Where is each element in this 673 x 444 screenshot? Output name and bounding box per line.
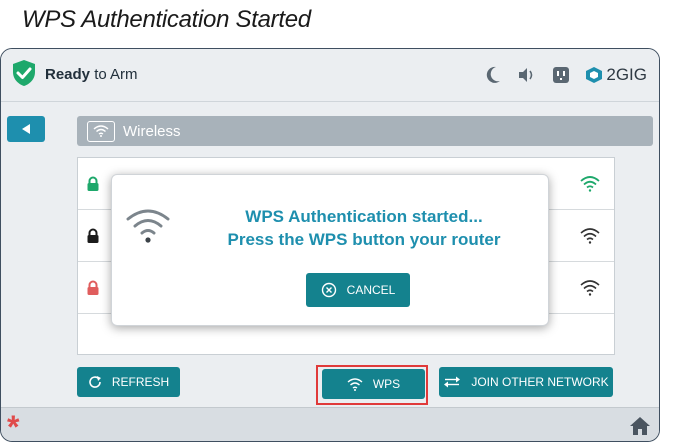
wifi-icon bbox=[87, 120, 115, 142]
volume-icon[interactable] bbox=[517, 65, 537, 85]
outlet-icon[interactable] bbox=[551, 65, 571, 85]
2gig-logo-icon bbox=[586, 67, 603, 83]
join-other-network-button[interactable]: JOIN OTHER NETWORK bbox=[439, 367, 613, 397]
shield-check-icon bbox=[13, 60, 35, 86]
home-icon[interactable] bbox=[629, 416, 651, 436]
page-title-bar: Wireless bbox=[77, 116, 653, 146]
action-bar: REFRESH WPS JOIN OTHER NETWORK bbox=[1, 365, 659, 407]
lock-icon bbox=[87, 228, 99, 243]
status-icons: 2GIG bbox=[483, 61, 647, 89]
asterisk-icon[interactable]: * bbox=[7, 410, 19, 441]
dialog-message: WPS Authentication started... Press the … bbox=[194, 205, 534, 251]
moon-icon[interactable] bbox=[483, 65, 503, 85]
swap-arrows-icon bbox=[444, 376, 461, 388]
brand-logo: 2GIG bbox=[585, 65, 647, 85]
cancel-button-label: CANCEL bbox=[346, 283, 396, 297]
back-button[interactable] bbox=[7, 116, 45, 142]
wps-dialog: WPS Authentication started... Press the … bbox=[111, 174, 549, 326]
main-content: Wireless WPS Authentication started... P… bbox=[1, 102, 659, 407]
refresh-button[interactable]: REFRESH bbox=[77, 367, 180, 397]
page-heading: WPS Authentication Started bbox=[22, 6, 311, 33]
wifi-icon bbox=[347, 377, 363, 391]
dialog-message-line1: WPS Authentication started... bbox=[245, 207, 483, 226]
bottom-bar: * bbox=[1, 407, 659, 441]
dialog-message-line2: Press the WPS button your router bbox=[227, 230, 501, 249]
lock-icon bbox=[87, 176, 99, 191]
back-arrow-icon bbox=[22, 124, 30, 134]
wifi-signal-icon bbox=[580, 279, 600, 296]
wifi-signal-icon bbox=[580, 227, 600, 244]
lock-icon bbox=[87, 280, 99, 295]
wifi-icon bbox=[126, 209, 170, 243]
refresh-icon bbox=[89, 376, 101, 388]
cancel-button[interactable]: CANCEL bbox=[306, 273, 410, 307]
cancel-x-icon bbox=[321, 282, 336, 298]
wifi-signal-icon bbox=[580, 175, 600, 192]
page-title: Wireless bbox=[123, 122, 181, 140]
panel-screen: Ready to Arm 2GIG Wireless WPS Authentic… bbox=[0, 48, 660, 442]
status-bar: Ready to Arm 2GIG bbox=[1, 49, 659, 102]
system-status: Ready to Arm bbox=[45, 66, 138, 83]
wps-button[interactable]: WPS bbox=[322, 369, 425, 399]
